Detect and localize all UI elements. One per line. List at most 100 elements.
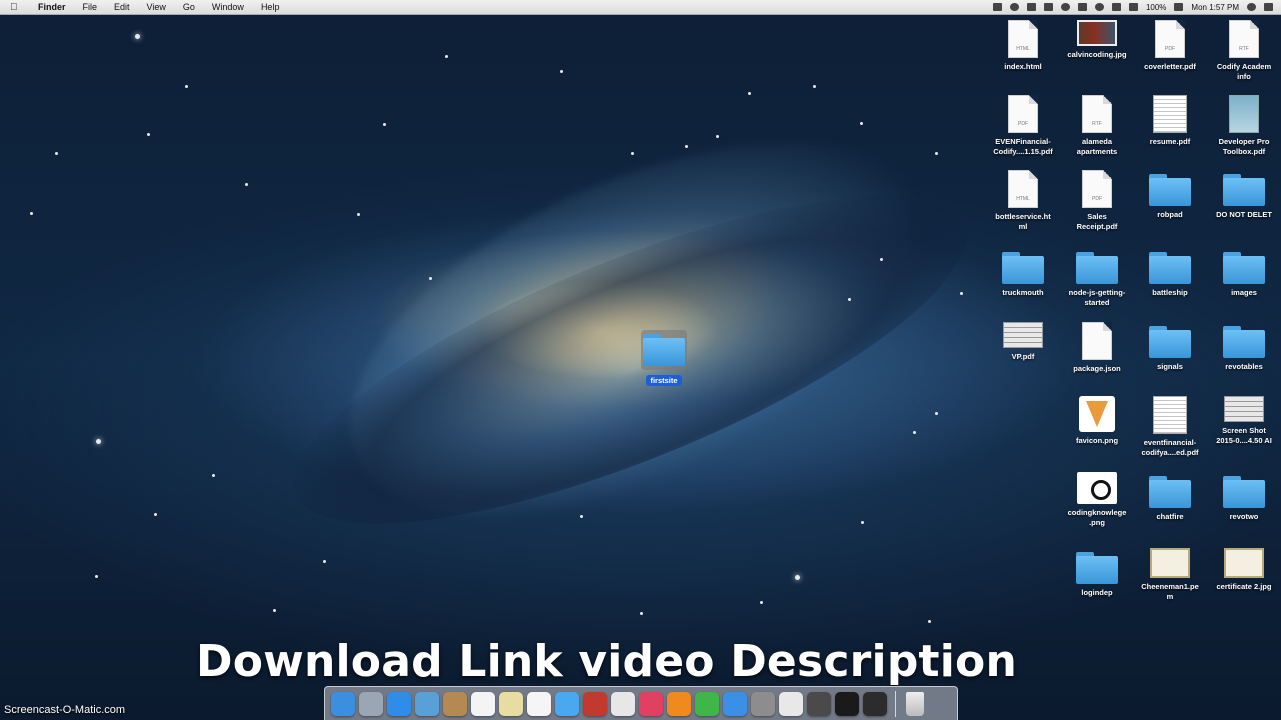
photo-booth-icon[interactable] (583, 691, 607, 716)
desktop-icon-label: Sales Receipt.pdf (1076, 212, 1118, 231)
desktop-icon[interactable]: node-js-getting- started (1059, 248, 1135, 308)
notes-icon[interactable] (499, 691, 523, 716)
calendar-icon[interactable] (471, 691, 495, 716)
desktop-icon-label: VP.pdf (1011, 352, 1035, 361)
desktop-icon[interactable]: images (1206, 248, 1281, 298)
desktop-icon[interactable]: logindep (1059, 548, 1135, 598)
battery-icon[interactable] (1174, 3, 1184, 11)
desktop-icon-label: chatfire (1156, 512, 1184, 521)
apple-logo-icon[interactable]:  (10, 2, 24, 13)
desktop-icon[interactable]: DO NOT DELET (1206, 170, 1281, 220)
menu-edit[interactable]: Edit (114, 2, 130, 12)
desktop-icon[interactable]: PDF EVENFinancial- Codify....1.15.pdf (985, 95, 1061, 157)
desktop-icon[interactable]: HTML bottleservice.ht ml (985, 170, 1061, 232)
trash-icon[interactable] (906, 691, 924, 716)
volume-icon[interactable] (1111, 3, 1121, 11)
star (935, 412, 938, 415)
sync-icon[interactable] (1009, 3, 1019, 11)
folder-icon (1223, 476, 1265, 508)
safari-icon[interactable] (387, 691, 411, 716)
star (273, 609, 276, 612)
desktop-icon[interactable]: Cheeneman1.pe m (1132, 548, 1208, 602)
desktop-icon-label: revotables (1225, 362, 1263, 371)
star (357, 213, 360, 216)
desktop-icon[interactable]: Screen Shot 2015-0....4.50 AI (1206, 396, 1281, 446)
desktop-icon[interactable]: resume.pdf (1132, 95, 1208, 147)
desktop-icon[interactable]: chatfire (1132, 472, 1208, 522)
desktop-icon[interactable]: revotwo (1206, 472, 1281, 522)
desktop-icon[interactable]: PDF Sales Receipt.pdf (1059, 170, 1135, 232)
reminders-icon[interactable] (527, 691, 551, 716)
battery-percent[interactable]: 100% (1146, 3, 1166, 12)
desktop-icon[interactable]: PDF coverletter.pdf (1132, 20, 1208, 72)
contacts-icon[interactable] (443, 691, 467, 716)
menu-window[interactable]: Window (212, 2, 244, 12)
desktop-icon[interactable]: battleship (1132, 248, 1208, 298)
star (813, 85, 816, 88)
desktop-icon[interactable]: VP.pdf (985, 322, 1061, 362)
terminal-icon[interactable] (835, 691, 859, 716)
desktop-icon[interactable]: truckmouth (985, 248, 1061, 298)
messages-icon[interactable] (555, 691, 579, 716)
dropbox-icon[interactable] (992, 3, 1002, 11)
bluetooth-icon[interactable] (1077, 3, 1087, 11)
mail-stamp-icon[interactable] (415, 691, 439, 716)
itunes-icon[interactable] (639, 691, 663, 716)
desktop-icon[interactable]: eventfinancial- codifya....ed.pdf (1132, 396, 1208, 458)
flag-icon[interactable] (1128, 3, 1138, 11)
menu-view[interactable]: View (147, 2, 166, 12)
star (55, 152, 58, 155)
airplay-icon[interactable] (1026, 3, 1036, 11)
desktop-icon[interactable]: RTF Codify Academ info (1206, 20, 1281, 82)
launchpad-icon[interactable] (359, 691, 383, 716)
star (154, 513, 157, 516)
desktop-icon[interactable]: favicon.png (1059, 396, 1135, 446)
photos-icon[interactable] (611, 691, 635, 716)
desktop-icon-label: robpad (1157, 210, 1183, 219)
desktop-icon[interactable]: codingknowlege .png (1059, 472, 1135, 528)
desktop-icon[interactable]: package.json (1059, 322, 1135, 374)
time-machine-icon[interactable] (1060, 3, 1070, 11)
sublime-text-icon[interactable] (807, 691, 831, 716)
chrome-icon[interactable] (779, 691, 803, 716)
display-icon[interactable] (1043, 3, 1053, 11)
menu-go[interactable]: Go (183, 2, 195, 12)
desktop-icon-label: EVENFinancial- Codify....1.15.pdf (993, 137, 1053, 156)
certificate-image-icon (1224, 548, 1264, 578)
star (913, 431, 916, 434)
spotlight-icon[interactable] (1247, 3, 1256, 11)
dragged-folder[interactable]: firstsite (626, 330, 702, 388)
desktop-icon[interactable]: signals (1132, 322, 1208, 372)
wifi-icon[interactable] (1094, 3, 1104, 11)
notification-center-icon[interactable] (1264, 3, 1273, 11)
desktop-icon-label: index.html (1004, 62, 1042, 71)
desktop-icon[interactable]: certificate 2.jpg (1206, 548, 1281, 592)
document-icon: PDF (1155, 20, 1185, 58)
star (935, 152, 938, 155)
desktop-icon[interactable]: Developer Pro Toolbox.pdf (1206, 95, 1281, 157)
status-area: 100% Mon 1:57 PM (992, 0, 1273, 14)
star (848, 298, 851, 301)
facetime-icon[interactable] (695, 691, 719, 716)
menu-bar:  Finder File Edit View Go Window Help 1… (0, 0, 1281, 15)
desktop-icon[interactable]: RTF alameda apartments (1059, 95, 1135, 157)
ibooks-icon[interactable] (667, 691, 691, 716)
system-preferences-icon[interactable] (751, 691, 775, 716)
folder-icon (643, 334, 685, 366)
desktop-icon[interactable]: calvincoding.jpg (1059, 20, 1135, 60)
desktop-icon[interactable]: robpad (1132, 170, 1208, 220)
finder-icon[interactable] (331, 691, 355, 716)
clock[interactable]: Mon 1:57 PM (1191, 3, 1239, 12)
desktop-icon-label: truckmouth (1002, 288, 1044, 297)
desktop-icon[interactable]: HTML index.html (985, 20, 1061, 72)
desktop-icon-label: Codify Academ info (1216, 62, 1272, 81)
sqm-icon[interactable] (863, 691, 887, 716)
menu-finder[interactable]: Finder (38, 2, 66, 12)
menu-file[interactable]: File (83, 2, 98, 12)
folder-icon (1149, 476, 1191, 508)
desktop-icon[interactable]: revotables (1206, 322, 1281, 372)
star (245, 183, 248, 186)
star (95, 575, 98, 578)
menu-help[interactable]: Help (261, 2, 280, 12)
app-store-icon[interactable] (723, 691, 747, 716)
